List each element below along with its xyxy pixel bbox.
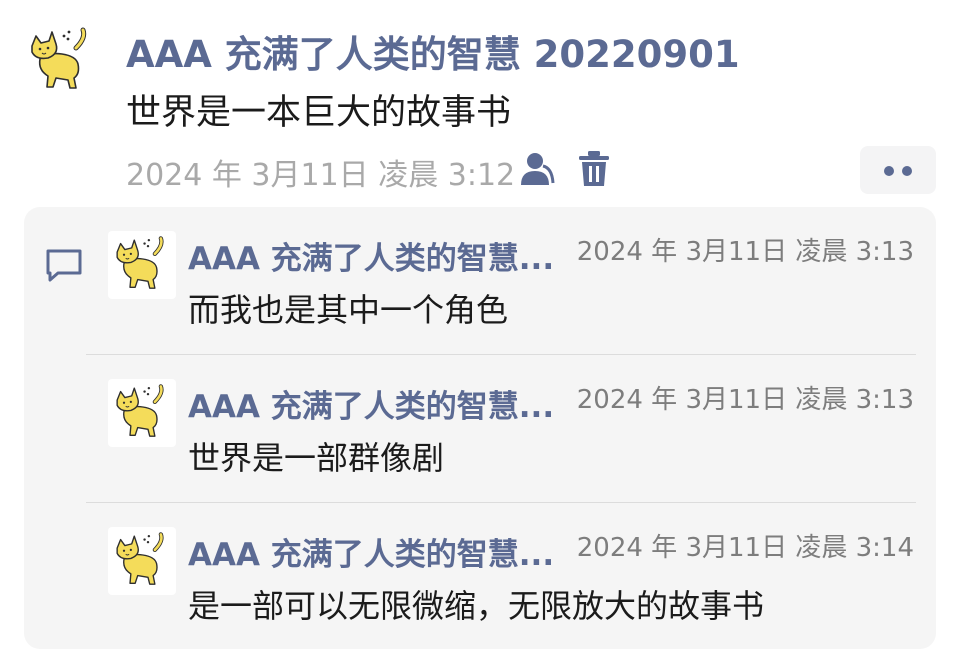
comments-panel: AAA 充满了人类的智慧... 2024 年 3月11日 凌晨 3:13 而我也… <box>24 207 936 649</box>
yellow-cat-icon <box>112 235 172 295</box>
comment-author-name[interactable]: AAA 充满了人类的智慧... <box>188 529 578 574</box>
comment-timestamp: 2024 年 3月11日 凌晨 3:13 <box>576 237 914 267</box>
comment-timestamp: 2024 年 3月11日 凌晨 3:13 <box>576 385 914 415</box>
post-author-name[interactable]: AAA 充满了人类的智慧 20220901 <box>126 24 740 78</box>
post-timestamp: 2024 年 3月11日 凌晨 3:12 <box>126 158 516 193</box>
comment-text: 是一部可以无限微缩，无限放大的故事书 <box>188 587 765 625</box>
person-like-icon <box>521 153 555 185</box>
like-button[interactable] <box>518 150 556 188</box>
more-button[interactable] <box>860 146 936 194</box>
more-dots-icon <box>884 166 894 176</box>
trash-icon <box>579 151 609 186</box>
comment-text: 而我也是其中一个角色 <box>188 291 509 329</box>
delete-button[interactable] <box>576 150 612 188</box>
comment-item[interactable]: AAA 充满了人类的智慧... 2024 年 3月11日 凌晨 3:13 而我也… <box>24 207 936 355</box>
avatar[interactable] <box>108 379 176 447</box>
comment-author-name[interactable]: AAA 充满了人类的智慧... <box>188 233 578 278</box>
comment-item[interactable]: AAA 充满了人类的智慧... 2024 年 3月11日 凌晨 3:13 世界是… <box>24 355 936 503</box>
post-text: 世界是一本巨大的故事书 <box>126 93 512 133</box>
comment-item[interactable]: AAA 充满了人类的智慧... 2024 年 3月11日 凌晨 3:14 是一部… <box>24 503 936 651</box>
yellow-cat-icon <box>112 383 172 443</box>
avatar[interactable] <box>26 26 96 96</box>
yellow-cat-icon <box>26 26 96 96</box>
avatar[interactable] <box>108 527 176 595</box>
comment-timestamp: 2024 年 3月11日 凌晨 3:14 <box>576 533 914 563</box>
moments-page: AAA 充满了人类的智慧 20220901 世界是一本巨大的故事书 2024 年… <box>0 0 954 652</box>
avatar[interactable] <box>108 231 176 299</box>
comment-text: 世界是一部群像剧 <box>188 439 445 477</box>
yellow-cat-icon <box>112 531 172 591</box>
comment-author-name[interactable]: AAA 充满了人类的智慧... <box>188 381 578 426</box>
